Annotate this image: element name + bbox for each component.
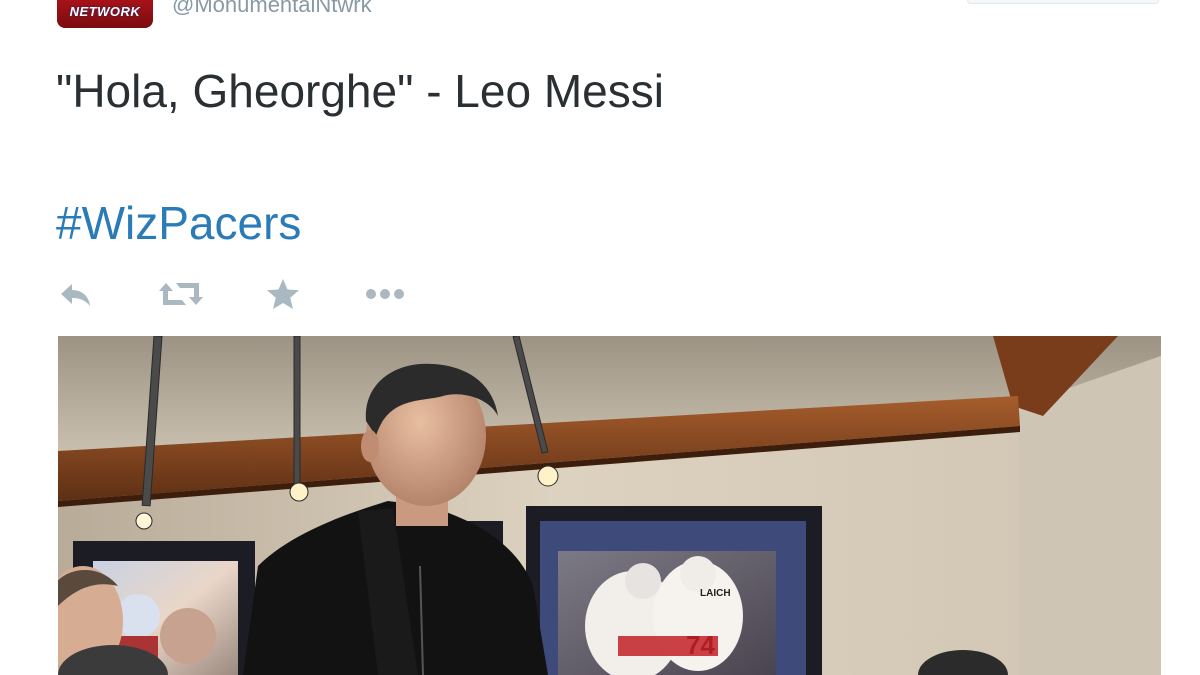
- photo-scene: 74 LAICH: [58, 336, 1161, 675]
- more-button[interactable]: [364, 278, 408, 310]
- reply-icon: [61, 284, 90, 306]
- follow-button[interactable]: [967, 0, 1159, 4]
- tweet-text: "Hola, Gheorghe" - Leo Messi: [56, 65, 664, 117]
- favorite-star-icon: [267, 279, 299, 309]
- favorite-button[interactable]: [266, 278, 300, 310]
- author-handle[interactable]: @MonumentalNtwrk: [172, 0, 372, 18]
- author-avatar[interactable]: NETWORK: [57, 0, 153, 28]
- retweet-icon: [159, 283, 203, 305]
- jersey-number: 74: [686, 630, 715, 660]
- avatar-logo-text: NETWORK: [69, 4, 141, 19]
- more-dots-icon: [366, 289, 404, 299]
- hashtag-link[interactable]: #WizPacers: [56, 196, 301, 250]
- reply-button[interactable]: [58, 278, 94, 310]
- tweet-photo[interactable]: 74 LAICH: [58, 336, 1161, 675]
- retweet-button[interactable]: [158, 278, 204, 310]
- jersey-name: LAICH: [700, 588, 731, 599]
